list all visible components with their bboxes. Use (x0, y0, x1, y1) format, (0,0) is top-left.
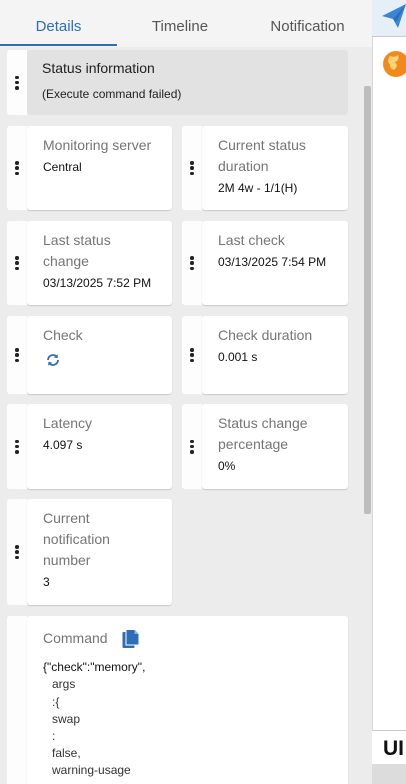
command-line: :{ (52, 695, 60, 709)
last-status-change-value: 03/13/2025 7:52 PM (43, 276, 152, 290)
status-change-percentage-card: Status change percentage 0% (202, 404, 348, 489)
details-panel: Details Timeline Notification Status inf… (0, 0, 372, 784)
drag-handle-status[interactable] (7, 50, 27, 115)
check-label: Check (43, 327, 83, 343)
last-status-change-label: Last status (43, 232, 111, 248)
drag-dots-icon (190, 161, 194, 175)
current-status-duration-value: 2M 4w - 1/1(H) (218, 181, 298, 195)
drag-dots-icon (190, 348, 194, 362)
copy-icon[interactable] (122, 629, 140, 649)
drag-handle-monitoring-server[interactable] (7, 126, 27, 210)
last-check-value: 03/13/2025 7:54 PM (218, 255, 327, 269)
command-line: {"check":"memory", (43, 660, 146, 674)
drag-handle-last-check[interactable] (182, 221, 202, 305)
current-status-duration-label: Current status (218, 137, 306, 153)
strip-label: UI (383, 737, 404, 760)
tab-details[interactable]: Details (0, 0, 117, 47)
status-change-percentage-label: percentage (218, 436, 289, 452)
current-notification-number-label: notification (43, 531, 110, 547)
current-notification-number-label: number (43, 552, 91, 568)
drag-handle-check-duration[interactable] (182, 316, 202, 394)
scrollbar-thumb[interactable] (364, 86, 371, 514)
drag-dots-icon (190, 439, 194, 454)
check-duration-label: Check duration (218, 327, 313, 343)
check-duration-card: Check duration 0.001 s (202, 316, 348, 394)
monitoring-server-card: Monitoring server Central (27, 126, 172, 210)
latency-value: 4.097 s (43, 438, 83, 452)
current-notification-number-card: Current notification number 3 (27, 499, 172, 605)
drag-dots-icon (15, 545, 19, 559)
command-line: args (52, 677, 76, 691)
status-information-card: Status information (Execute command fail… (27, 50, 348, 115)
check-card: Check (27, 316, 172, 394)
status-change-percentage-label: Status change (218, 415, 308, 431)
last-status-change-label: change (43, 253, 89, 269)
drag-handle-status-change-percentage[interactable] (182, 404, 202, 489)
drag-dots-icon (15, 256, 19, 270)
status-message: (Execute command failed) (42, 87, 182, 101)
drag-handle-command[interactable] (7, 616, 27, 784)
status-change-percentage-value: 0% (218, 459, 236, 473)
drag-handle-current-status-duration[interactable] (182, 126, 202, 210)
last-check-label: Last check (218, 232, 285, 248)
current-notification-number-value: 3 (43, 575, 50, 589)
command-line: false, (52, 746, 81, 760)
drag-dots-icon (15, 75, 19, 90)
command-card: Command {"check":"memory", args :{ swap … (27, 616, 348, 784)
globe-icon[interactable] (382, 50, 406, 78)
tab-timeline[interactable]: Timeline (117, 0, 243, 47)
strip-label-box: UI (372, 730, 406, 764)
tab-notification[interactable]: Notification (243, 0, 372, 47)
strip-footer (372, 764, 406, 784)
current-status-duration-label: duration (218, 158, 269, 174)
command-line: warning-usage (52, 763, 131, 777)
current-status-duration-card: Current status duration 2M 4w - 1/1(H) (202, 126, 348, 210)
strip-separator (372, 36, 406, 37)
drag-dots-icon (15, 161, 19, 175)
last-check-card: Last check 03/13/2025 7:54 PM (202, 221, 348, 305)
drag-dots-icon (190, 256, 194, 270)
command-line: swap (52, 712, 81, 726)
side-window-strip: UI (372, 0, 406, 784)
monitoring-server-value: Central (43, 160, 82, 174)
current-notification-number-label: Current (43, 510, 90, 526)
check-duration-value: 0.001 s (218, 350, 258, 364)
drag-dots-icon (15, 348, 19, 362)
tab-bar: Details Timeline Notification (0, 0, 372, 47)
command-line: : (52, 729, 56, 743)
drag-handle-latency[interactable] (7, 404, 27, 489)
monitoring-server-label: Monitoring server (43, 137, 152, 153)
drag-handle-check[interactable] (7, 316, 27, 394)
latency-label: Latency (43, 415, 93, 431)
drag-handle-current-notification-number[interactable] (7, 499, 27, 605)
paper-plane-icon (382, 4, 406, 28)
active-tab-indicator (0, 44, 117, 46)
last-status-change-card: Last status change 03/13/2025 7:52 PM (27, 221, 172, 305)
status-title: Status information (42, 60, 155, 76)
refresh-icon[interactable] (45, 352, 61, 368)
latency-card: Latency 4.097 s (27, 404, 172, 489)
drag-dots-icon (15, 439, 19, 454)
strip-divider (372, 0, 373, 784)
drag-handle-last-status-change[interactable] (7, 221, 27, 305)
send-button[interactable] (372, 0, 406, 36)
command-label: Command (43, 630, 108, 646)
